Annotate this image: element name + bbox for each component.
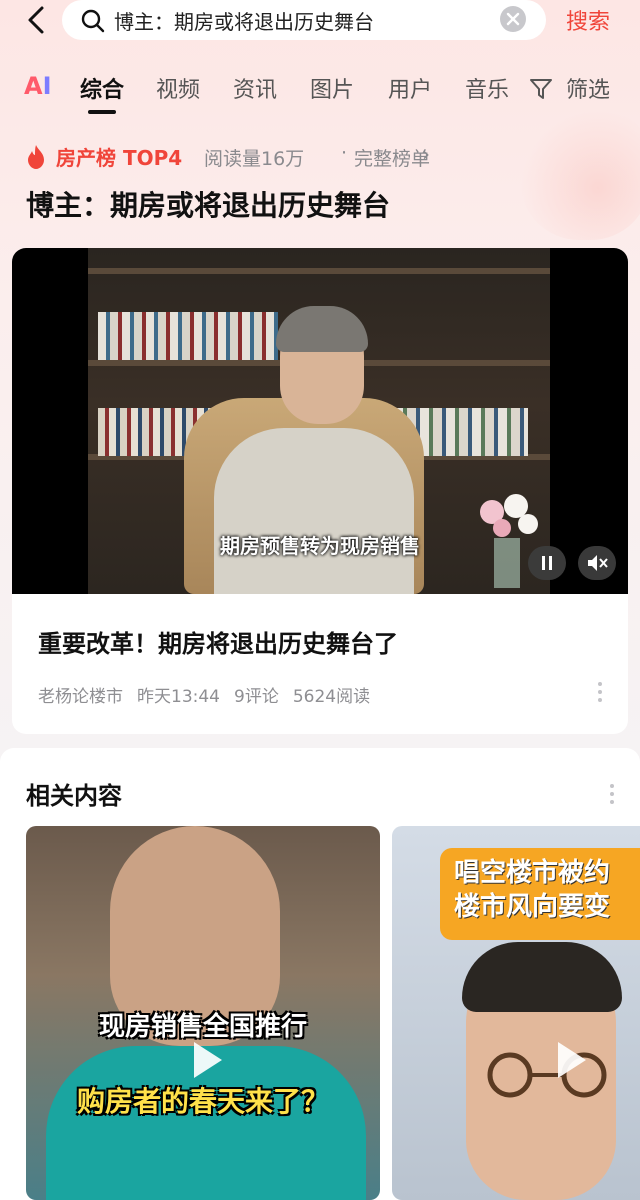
read-count: 5624阅读 <box>292 687 371 707</box>
tab-video[interactable]: 视频 <box>156 72 200 104</box>
page-title: 博主：期房或将退出历史舞台 <box>26 189 391 222</box>
hot-board-separator: · <box>341 142 348 164</box>
active-tab-indicator <box>88 110 116 114</box>
ai-label-i: I <box>42 72 52 100</box>
tab-music[interactable]: 音乐 <box>465 72 509 104</box>
books <box>98 312 278 360</box>
mute-icon[interactable] <box>578 546 616 580</box>
filter-button[interactable]: 筛选 <box>566 72 610 104</box>
back-arrow-icon[interactable] <box>22 4 52 36</box>
play-icon[interactable] <box>548 1038 592 1082</box>
publish-time: 昨天13:44 <box>137 687 220 707</box>
pause-icon[interactable] <box>528 546 566 580</box>
person <box>214 428 414 594</box>
video-player[interactable]: 期房预售转为现房销售 <box>12 248 628 594</box>
person-hair <box>276 306 368 352</box>
more-options-icon[interactable] <box>606 782 618 806</box>
related-video-thumbnail[interactable]: 唱空楼市被约 楼市风向要变 <box>392 826 640 1200</box>
search-box[interactable] <box>62 0 546 40</box>
comment-count: 9评论 <box>234 687 279 707</box>
hot-board-title: 房产榜 TOP4 <box>56 146 183 170</box>
ai-label-a: A <box>24 72 43 100</box>
article-meta: 老杨论楼市 昨天13:44 9评论 5624阅读 <box>38 682 384 707</box>
tab-news[interactable]: 资讯 <box>233 72 277 104</box>
hot-board-reads: 阅读量16万 <box>204 148 305 170</box>
full-list-link[interactable]: 完整榜单 <box>354 144 430 171</box>
video-card[interactable]: 期房预售转为现房销售 重要改革！期房将退出历史舞台了 老杨论楼市 昨天13:44 9… <box>12 248 628 734</box>
play-icon[interactable] <box>184 1038 228 1082</box>
thumbnail-caption: 唱空楼市被约 <box>454 858 611 888</box>
tab-images[interactable]: 图片 <box>310 72 354 104</box>
author-name[interactable]: 老杨论楼市 <box>38 687 123 707</box>
article-title[interactable]: 重要改革！期房将退出历史舞台了 <box>38 624 398 659</box>
related-section: 相关内容 现房销售全国推行 购房者的春天来了？ 唱空楼市被约 楼市风向要变 <box>0 748 640 1200</box>
thumbnail-banner: 唱空楼市被约 楼市风向要变 <box>440 848 640 940</box>
chevron-right-icon: › <box>422 142 430 166</box>
thumbnail-caption-highlight: 购房者的春天来了？ <box>76 1085 329 1118</box>
clear-icon[interactable] <box>500 6 526 32</box>
fire-icon <box>28 145 44 169</box>
search-bar: 搜索 <box>0 0 640 44</box>
thumbnail-caption: 楼市风向要变 <box>454 892 611 922</box>
tab-comprehensive[interactable]: 综合 <box>80 72 124 104</box>
person-hair <box>462 942 622 1012</box>
tab-ai[interactable]: AI <box>24 72 52 100</box>
tab-users[interactable]: 用户 <box>388 72 432 104</box>
category-tabs: AI 综合 视频 资讯 图片 用户 音乐 筛选 <box>0 60 640 120</box>
related-title: 相关内容 <box>26 782 122 810</box>
search-input[interactable] <box>114 0 494 40</box>
search-button[interactable]: 搜索 <box>566 4 610 36</box>
filter-icon[interactable] <box>528 76 554 102</box>
more-options-icon[interactable] <box>594 680 606 704</box>
search-icon <box>81 9 105 33</box>
related-video-thumbnail[interactable]: 现房销售全国推行 购房者的春天来了？ <box>26 826 380 1200</box>
shelf <box>88 268 550 274</box>
glasses <box>487 1052 607 1098</box>
